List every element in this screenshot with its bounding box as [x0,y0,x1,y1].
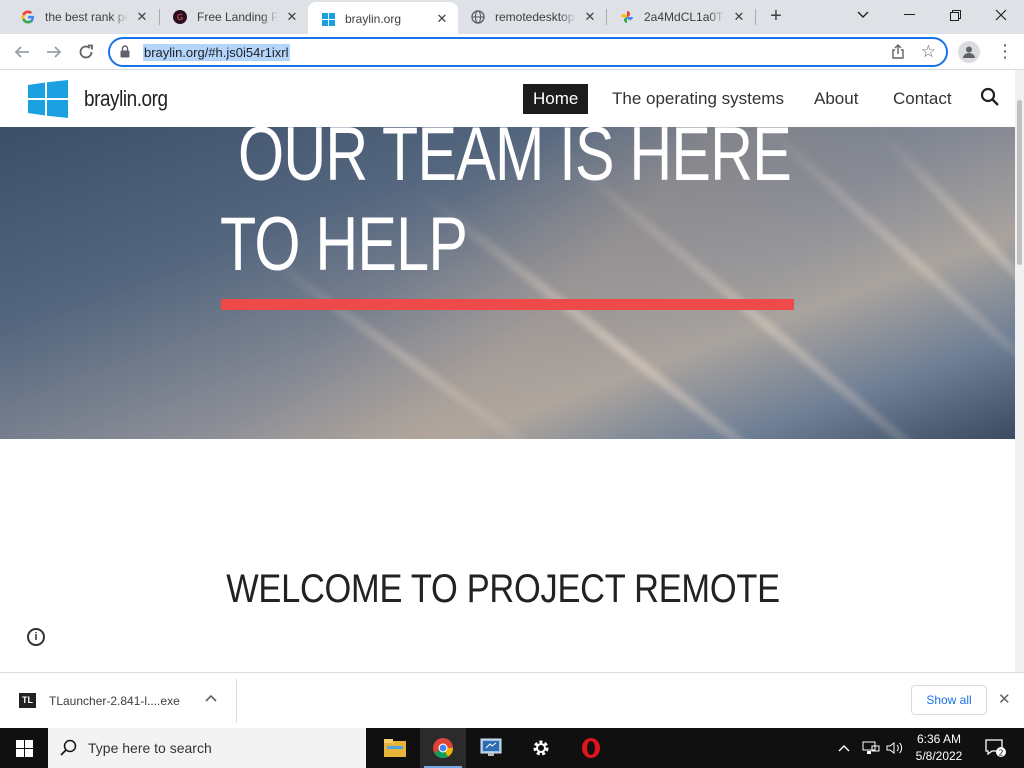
hero-banner: OUR TEAM IS HERE TO HELP [0,127,1015,439]
address-bar[interactable]: braylin.org/#h.js0i54r1ixrl ☆ [108,37,948,67]
browser-tab-5[interactable]: 2a4MdCL1a0Tn ✕ [607,0,755,34]
tab-title: the best rank pe [45,10,128,24]
show-hidden-icons-chevron-icon[interactable] [838,728,850,768]
google-g-icon [20,9,36,25]
welcome-heading: WELCOME TO PROJECT REMOTE [226,567,780,611]
tab-title: Free Landing Pa [197,10,278,24]
search-icon[interactable] [980,87,1000,112]
tab-close-icon[interactable]: ✕ [134,9,150,25]
close-icon[interactable]: ✕ [998,690,1011,708]
notification-count: 2 [998,749,1003,758]
tab-title: 2a4MdCL1a0Tn [644,10,725,24]
window-close-icon[interactable] [978,0,1024,30]
share-icon[interactable] [890,44,906,65]
profile-avatar-icon[interactable] [958,41,980,63]
forward-arrow-icon[interactable] [40,38,68,66]
hero-accent-bar [221,299,794,310]
clock-date: 5/8/2022 [915,749,963,763]
info-icon[interactable]: i [27,628,45,646]
tab-title: braylin.org [345,12,402,26]
browser-tab-4[interactable]: remotedesktop ✕ [458,0,606,34]
landing-page-icon: G [172,9,188,25]
tab-close-icon[interactable]: ✕ [731,9,747,25]
taskbar-search-placeholder: Type here to search [88,740,212,756]
minimize-icon[interactable] [886,0,932,30]
hero-heading-line1: OUR TEAM IS HERE [238,127,792,197]
search-icon [60,739,78,762]
windows-logo-icon[interactable] [28,80,68,123]
bookmark-star-icon[interactable]: ☆ [921,43,936,61]
site-name[interactable]: braylin.org [84,86,168,112]
browser-menu-icon[interactable]: ⋮ [996,41,1014,63]
browser-tab-1[interactable]: the best rank pe ✕ [8,0,158,34]
download-shelf: TL TLauncher-2.841-l....exe Show all ✕ [0,672,1024,728]
hero-heading-line2: TO HELP [220,202,468,287]
tab-search-chevron-icon[interactable] [840,0,886,30]
download-file-name[interactable]: TLauncher-2.841-l....exe [49,694,180,708]
browser-tab-strip: the best rank pe ✕ G Free Landing Pa ✕ b… [0,0,1024,36]
pinwheel-icon [619,9,635,25]
volume-icon[interactable] [886,728,904,768]
notifications-icon[interactable]: 2 [984,728,1006,768]
chevron-up-icon[interactable] [205,691,217,705]
reload-icon[interactable] [72,38,100,66]
nav-home[interactable]: Home [523,84,589,114]
nav-contact[interactable]: Contact [893,84,952,114]
nav-operating-systems[interactable]: The operating systems [612,84,784,114]
show-all-button[interactable]: Show all [911,685,987,715]
taskbar-search-box[interactable]: Type here to search [48,728,366,768]
tlauncher-file-icon[interactable]: TL [19,693,36,708]
lock-icon[interactable] [120,45,130,63]
network-icon[interactable] [862,728,880,768]
windows-taskbar: Type here to search 6:36 AM 5/8/2022 2 [0,728,1024,768]
tab-close-icon[interactable]: ✕ [582,9,598,25]
back-arrow-icon[interactable] [8,38,36,66]
url-text[interactable]: braylin.org/#h.js0i54r1ixrl [143,44,290,61]
scrollbar-thumb[interactable] [1017,100,1022,265]
globe-icon [470,9,486,25]
start-windows-icon[interactable] [0,728,48,768]
windows-logo-icon [320,11,336,27]
chrome-icon[interactable] [420,728,466,768]
new-tab-plus-icon[interactable]: + [764,5,788,29]
tab-close-icon[interactable]: ✕ [434,11,450,27]
browser-tab-3-active[interactable]: braylin.org ✕ [308,2,458,36]
browser-toolbar: braylin.org/#h.js0i54r1ixrl ☆ ⋮ [0,34,1024,70]
taskbar-clock[interactable]: 6:36 AM 5/8/2022 [908,731,970,765]
settings-gear-icon[interactable] [518,728,564,768]
site-header: braylin.org Home The operating systems A… [0,70,1015,127]
tab-close-icon[interactable]: ✕ [284,9,300,25]
restore-icon[interactable] [932,0,978,30]
browser-tab-2[interactable]: G Free Landing Pa ✕ [160,0,308,34]
remote-desktop-icon[interactable] [468,728,514,768]
clock-time: 6:36 AM [916,732,962,746]
svg-text:G: G [177,13,183,22]
tab-title: remotedesktop [495,10,575,24]
nav-about[interactable]: About [814,84,858,114]
opera-icon[interactable] [568,728,614,768]
file-explorer-icon[interactable] [372,728,418,768]
